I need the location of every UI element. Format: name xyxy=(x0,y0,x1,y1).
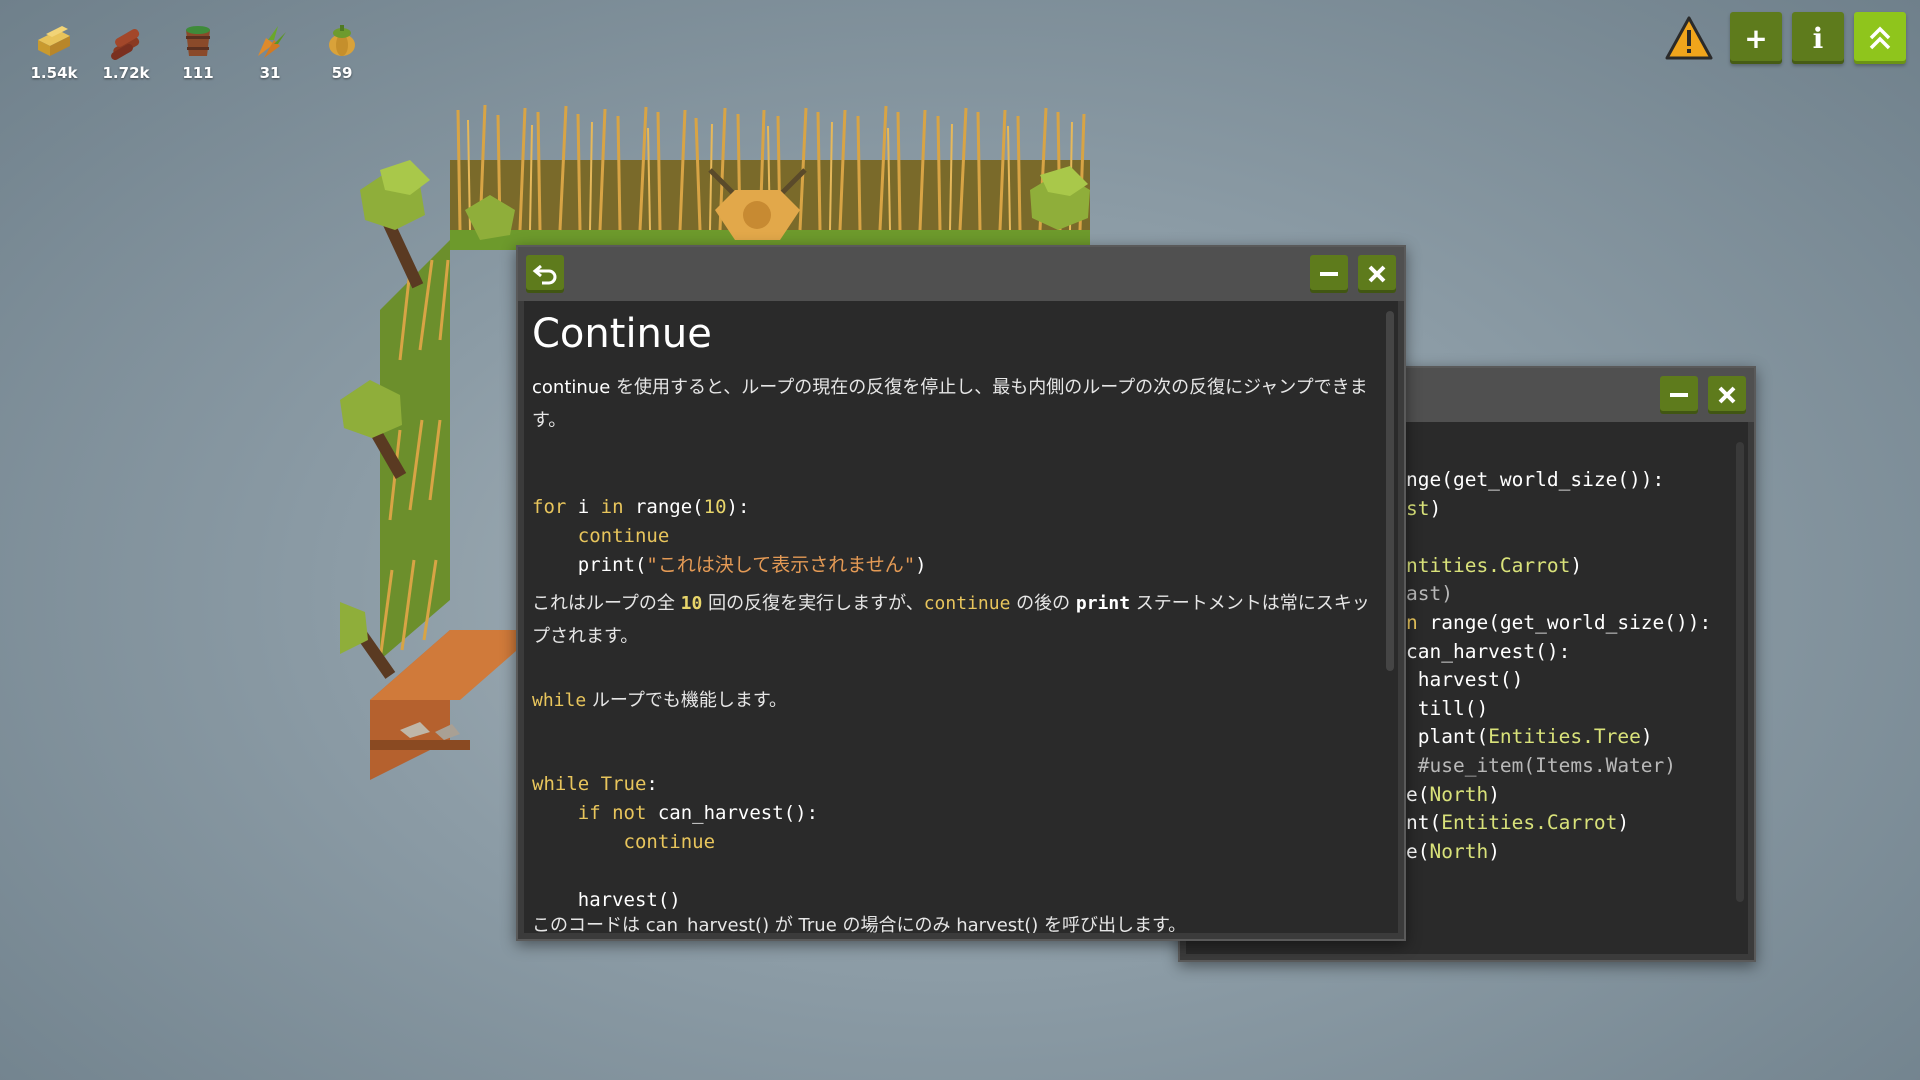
code-line[interactable]: can_harvest(): xyxy=(1406,638,1711,667)
top-right-controls: + i xyxy=(1664,12,1906,64)
water-bucket-icon xyxy=(186,26,210,56)
warning-icon[interactable] xyxy=(1664,13,1714,63)
carrot-icon xyxy=(258,26,286,58)
doc-title: Continue xyxy=(532,311,712,357)
close-icon xyxy=(1718,386,1736,404)
code-text[interactable]: nge(get_world_size()): st) ntities.Carrot)… xyxy=(1406,466,1711,866)
editor-scrollbar[interactable] xyxy=(1736,442,1744,902)
resource-pumpkin: 59 xyxy=(306,18,378,82)
doc-paragraph: このコードは can_harvest() が True の場合にのみ harve… xyxy=(532,915,1187,933)
code-line[interactable]: nt(Entities.Carrot) xyxy=(1406,809,1711,838)
code-line[interactable]: harvest() xyxy=(1406,666,1711,695)
add-button[interactable]: + xyxy=(1730,12,1782,64)
tree xyxy=(360,160,430,289)
doc-scrollbar[interactable] xyxy=(1386,311,1394,671)
code-line[interactable] xyxy=(1406,523,1711,552)
code-line[interactable]: ast) xyxy=(1406,580,1711,609)
code-line[interactable]: e(North) xyxy=(1406,781,1711,810)
doc-body[interactable]: Continue continue を使用すると、ループの現在の反復を停止し、最… xyxy=(524,301,1398,933)
code-line[interactable]: st) xyxy=(1406,495,1711,524)
help-doc-window[interactable]: Continue continue を使用すると、ループの現在の反復を停止し、最… xyxy=(516,245,1406,941)
plus-icon: + xyxy=(1744,21,1768,55)
code-line[interactable]: e(North) xyxy=(1406,838,1711,867)
doc-paragraph: while ループでも機能します。 xyxy=(532,690,788,711)
code-example: while True: if not can_harvest(): contin… xyxy=(532,773,819,911)
code-line[interactable]: ntities.Carrot) xyxy=(1406,552,1711,581)
back-arrow-icon xyxy=(532,264,557,285)
hay-bale-icon xyxy=(38,26,70,56)
minimize-icon xyxy=(1320,272,1338,276)
doc-title-bar[interactable] xyxy=(518,247,1404,301)
expand-button[interactable] xyxy=(1854,12,1906,64)
back-button[interactable] xyxy=(526,255,564,293)
doc-paragraph: これはループの全 10 回の反復を実行しますが、continue の後の pri… xyxy=(532,593,1370,647)
code-example: for i in range(10): continue print("これは決… xyxy=(532,496,927,576)
editor-minimize-button[interactable] xyxy=(1660,376,1698,414)
code-line[interactable]: till() xyxy=(1406,695,1711,724)
doc-minimize-button[interactable] xyxy=(1310,255,1348,293)
pumpkin-icon xyxy=(329,25,355,56)
minimize-icon xyxy=(1670,393,1688,397)
code-line[interactable]: n range(get_world_size()): xyxy=(1406,609,1711,638)
editor-close-button[interactable] xyxy=(1708,376,1746,414)
doc-close-button[interactable] xyxy=(1358,255,1396,293)
code-line[interactable]: #use_item(Items.Water) xyxy=(1406,752,1711,781)
info-button[interactable]: i xyxy=(1792,12,1844,64)
double-chevron-up-icon xyxy=(1869,26,1891,50)
resource-carrot: 31 xyxy=(234,18,306,82)
code-line[interactable]: plant(Entities.Tree) xyxy=(1406,723,1711,752)
resource-bar: 1.54k 1.72k 111 31 59 xyxy=(18,18,378,82)
resource-water: 111 xyxy=(162,18,234,82)
code-line[interactable]: nge(get_world_size()): xyxy=(1406,466,1711,495)
doc-paragraph: continue を使用すると、ループの現在の反復を停止し、最も内側のループの次… xyxy=(532,377,1368,431)
resource-wood: 1.72k xyxy=(90,18,162,82)
info-icon: i xyxy=(1812,21,1824,55)
resource-hay: 1.54k xyxy=(18,18,90,82)
wood-logs-icon xyxy=(111,29,140,60)
close-icon xyxy=(1368,265,1386,283)
